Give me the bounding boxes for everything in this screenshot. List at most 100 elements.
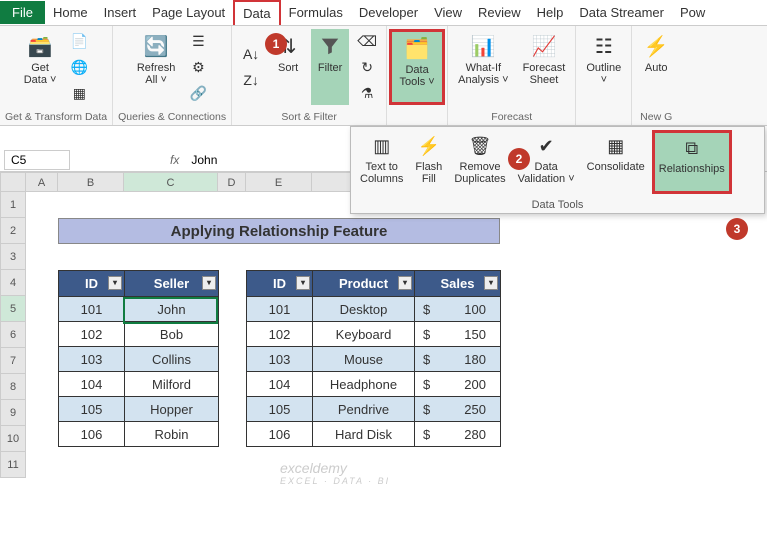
tab-data-streamer[interactable]: Data Streamer xyxy=(571,1,672,24)
row-header[interactable]: 6 xyxy=(0,322,26,348)
auto-icon: ⚡ xyxy=(642,32,670,60)
table-row[interactable]: 105Pendrive$250 xyxy=(247,397,501,422)
tab-data[interactable]: Data xyxy=(233,0,280,25)
row-header[interactable]: 5 xyxy=(0,296,26,322)
consolidate-button[interactable]: ▦ Consolidate xyxy=(582,130,650,194)
tab-view[interactable]: View xyxy=(426,1,470,24)
table-row[interactable]: 102Keyboard$150 xyxy=(247,322,501,347)
table-row[interactable]: 104Milford xyxy=(59,372,219,397)
tab-help[interactable]: Help xyxy=(529,1,572,24)
table-header[interactable]: Sales▾ xyxy=(415,271,501,297)
filter-dropdown-icon[interactable]: ▾ xyxy=(484,276,498,290)
forecast-icon: 📈 xyxy=(530,32,558,60)
row-header[interactable]: 9 xyxy=(0,400,26,426)
table-header[interactable]: ID▾ xyxy=(59,271,125,297)
group-get-transform: 🗃️ Get Data ˅ 📄 🌐 ▦ Get & Transform Data xyxy=(0,26,113,125)
col-header[interactable]: E xyxy=(246,172,312,192)
remove-duplicates-button[interactable]: 🗑 Remove Duplicates xyxy=(449,130,510,194)
filter-dropdown-icon[interactable]: ▾ xyxy=(108,276,122,290)
callout-3: 3 xyxy=(726,218,748,240)
text-columns-icon: ▥ xyxy=(369,133,395,159)
properties-button[interactable]: ⚙ xyxy=(184,55,212,79)
table-header[interactable]: ID▾ xyxy=(247,271,313,297)
filter-dropdown-icon[interactable]: ▾ xyxy=(296,276,310,290)
from-text-button[interactable]: 📄 xyxy=(65,29,93,53)
tab-power[interactable]: Pow xyxy=(672,1,713,24)
row-header[interactable]: 8 xyxy=(0,374,26,400)
formula-input[interactable] xyxy=(185,151,352,169)
flash-fill-button[interactable]: ⚡ Flash Fill xyxy=(410,130,447,194)
conn-icon: ☰ xyxy=(189,32,207,50)
auto-button[interactable]: ⚡ Auto xyxy=(637,29,675,105)
name-box[interactable] xyxy=(4,150,70,170)
group-label: Sort & Filter xyxy=(281,109,336,125)
sort-asc-icon: A↓ xyxy=(242,45,260,63)
col-header[interactable]: A xyxy=(26,172,58,192)
table-row[interactable]: 106Robin xyxy=(59,422,219,447)
filter-button[interactable]: Filter xyxy=(311,29,349,105)
group-sort-filter: A↓ Z↓ ⇅ Sort Filter ⌫ ↻ ⚗ Sort & Filter xyxy=(232,26,387,125)
sort-asc-button[interactable]: A↓ xyxy=(237,42,265,66)
group-label: Queries & Connections xyxy=(118,109,226,125)
tab-developer[interactable]: Developer xyxy=(351,1,426,24)
web-icon: 🌐 xyxy=(70,58,88,76)
tab-home[interactable]: Home xyxy=(45,1,96,24)
sort-desc-icon: Z↓ xyxy=(242,71,260,89)
advanced-button[interactable]: ⚗ xyxy=(353,81,381,105)
table-row[interactable]: 105Hopper xyxy=(59,397,219,422)
row-header[interactable]: 4 xyxy=(0,270,26,296)
tab-formulas[interactable]: Formulas xyxy=(281,1,351,24)
table-row[interactable]: 101John xyxy=(59,297,219,322)
row-header[interactable]: 3 xyxy=(0,244,26,270)
row-header[interactable]: 11 xyxy=(0,452,26,478)
get-data-button[interactable]: 🗃️ Get Data ˅ xyxy=(19,29,62,105)
tab-review[interactable]: Review xyxy=(470,1,529,24)
ribbon: 🗃️ Get Data ˅ 📄 🌐 ▦ Get & Transform Data… xyxy=(0,26,767,126)
edit-links-button[interactable]: 🔗 xyxy=(184,81,212,105)
row-header[interactable]: 2 xyxy=(0,218,26,244)
table-header[interactable]: Product▾ xyxy=(313,271,415,297)
row-header[interactable]: 10 xyxy=(0,426,26,452)
table-row[interactable]: 103Collins xyxy=(59,347,219,372)
data-tools-button[interactable]: 🗂️ Data Tools ˅ xyxy=(389,29,445,105)
forecast-sheet-button[interactable]: 📈 Forecast Sheet xyxy=(518,29,571,105)
table-row[interactable]: 102Bob xyxy=(59,322,219,347)
whatif-button[interactable]: 📊 What-If Analysis ˅ xyxy=(453,29,513,105)
clear-filter-button[interactable]: ⌫ xyxy=(353,29,381,53)
remove-dup-icon: 🗑 xyxy=(467,133,493,159)
relationships-button[interactable]: ⧉ Relationships xyxy=(652,130,732,194)
data-tools-dropdown: ▥ Text to Columns ⚡ Flash Fill 🗑 Remove … xyxy=(350,126,765,214)
table-row[interactable]: 103Mouse$180 xyxy=(247,347,501,372)
group-label: New G xyxy=(640,109,672,125)
col-header[interactable]: D xyxy=(218,172,246,192)
table-row[interactable]: 104Headphone$200 xyxy=(247,372,501,397)
tab-insert[interactable]: Insert xyxy=(96,1,145,24)
row-header[interactable]: 1 xyxy=(0,192,26,218)
callout-1: 1 xyxy=(265,33,287,55)
reapply-button[interactable]: ↻ xyxy=(353,55,381,79)
filter-dropdown-icon[interactable]: ▾ xyxy=(202,276,216,290)
table-row[interactable]: 101Desktop$100 xyxy=(247,297,501,322)
queries-button[interactable]: ☰ xyxy=(184,29,212,53)
outline-button[interactable]: ☷ Outline ˅ xyxy=(581,29,626,105)
sort-desc-button[interactable]: Z↓ xyxy=(237,68,265,92)
col-header[interactable]: B xyxy=(58,172,124,192)
col-header[interactable]: C xyxy=(124,172,218,192)
filter-dropdown-icon[interactable]: ▾ xyxy=(398,276,412,290)
title-cell: Applying Relationship Feature xyxy=(58,218,500,244)
ribbon-tabs: File Home Insert Page Layout Data Formul… xyxy=(0,0,767,26)
group-label: Get & Transform Data xyxy=(5,109,107,125)
row-header[interactable]: 7 xyxy=(0,348,26,374)
tab-page-layout[interactable]: Page Layout xyxy=(144,1,233,24)
group-label xyxy=(602,109,605,125)
text-to-columns-button[interactable]: ▥ Text to Columns xyxy=(355,130,408,194)
select-all-cell[interactable] xyxy=(0,172,26,192)
from-web-button[interactable]: 🌐 xyxy=(65,55,93,79)
from-table-button[interactable]: ▦ xyxy=(65,81,93,105)
fx-icon[interactable]: fx xyxy=(170,153,179,167)
refresh-all-button[interactable]: 🔄 Refresh All ˅ xyxy=(132,29,181,105)
table-header[interactable]: Seller▾ xyxy=(125,271,219,297)
tab-file[interactable]: File xyxy=(0,1,45,24)
table-row[interactable]: 106Hard Disk$280 xyxy=(247,422,501,447)
table-1: ID▾Seller▾101John102Bob103Collins104Milf… xyxy=(58,270,219,447)
